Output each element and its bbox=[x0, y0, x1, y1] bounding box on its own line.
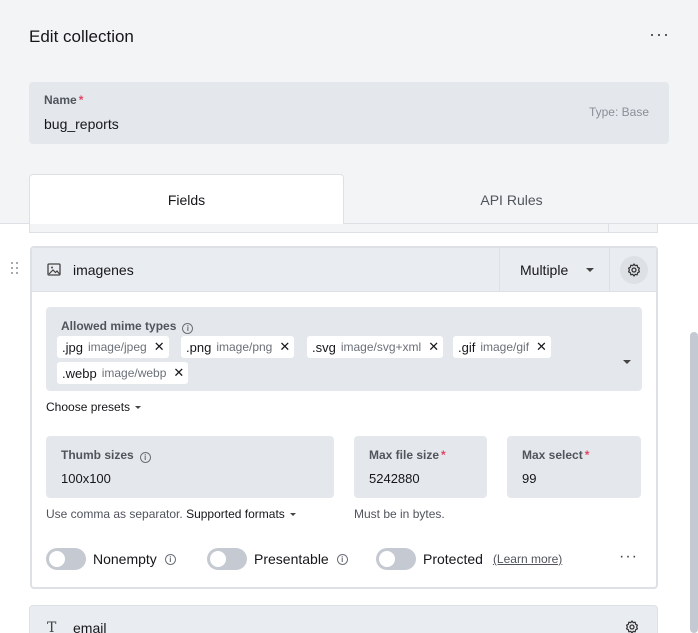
image-icon bbox=[47, 263, 61, 276]
max-select-input[interactable]: 99 bbox=[522, 471, 536, 486]
supported-formats-button[interactable]: Supported formats bbox=[186, 507, 296, 521]
thumb-sizes-help: Use comma as separator. Supported format… bbox=[46, 507, 296, 521]
mime-tag: .gif image/gif ✕ bbox=[453, 336, 551, 358]
max-file-size-help: Must be in bytes. bbox=[354, 507, 445, 521]
presentable-toggle[interactable] bbox=[207, 548, 247, 570]
nonempty-label: Nonempty bbox=[93, 551, 157, 567]
mime-tag: .webp image/webp ✕ bbox=[57, 362, 189, 384]
field-settings-button[interactable] bbox=[620, 256, 648, 284]
field-card-email: T email bbox=[29, 605, 658, 633]
remove-tag-icon[interactable]: ✕ bbox=[173, 365, 184, 381]
remove-tag-icon[interactable]: ✕ bbox=[279, 339, 290, 355]
remove-tag-icon[interactable]: ✕ bbox=[536, 339, 547, 355]
collection-header: Edit collection ··· Name * bug_reports Ty… bbox=[0, 0, 698, 225]
protected-toggle[interactable] bbox=[376, 548, 416, 570]
max-file-size-input[interactable]: 5242880 bbox=[369, 471, 420, 486]
tab-api-rules[interactable]: API Rules bbox=[354, 174, 669, 225]
chevron-down-icon bbox=[586, 268, 594, 272]
more-horizontal-icon[interactable]: ··· bbox=[619, 548, 638, 566]
page-title: Edit collection bbox=[29, 27, 134, 46]
remove-tag-icon[interactable]: ✕ bbox=[154, 339, 165, 355]
thumb-sizes-field[interactable]: Thumb sizes i 100x100 bbox=[46, 436, 334, 498]
multiple-select[interactable]: Multiple bbox=[499, 248, 610, 291]
max-file-size-label: Max file size * bbox=[369, 448, 446, 462]
info-icon[interactable]: i bbox=[182, 323, 194, 334]
max-select-field[interactable]: Max select * 99 bbox=[507, 436, 641, 498]
mime-types-select[interactable]: Allowed mime types i .jpg image/jpeg ✕ .png… bbox=[46, 307, 642, 391]
drag-handle-icon[interactable] bbox=[10, 262, 20, 276]
remove-tag-icon[interactable]: ✕ bbox=[428, 339, 439, 355]
info-icon[interactable]: i bbox=[139, 452, 151, 463]
field-card-imagenes: imagenes Multiple Allowed mime types i .j… bbox=[30, 246, 658, 589]
field-name-input[interactable]: imagenes bbox=[73, 262, 134, 278]
info-icon[interactable]: i bbox=[336, 553, 348, 565]
thumb-sizes-label: Thumb sizes i bbox=[61, 448, 151, 463]
gear-icon[interactable] bbox=[625, 620, 639, 633]
gear-icon bbox=[628, 263, 640, 277]
more-options-icon[interactable]: ··· bbox=[649, 24, 670, 45]
chevron-down-icon bbox=[135, 406, 142, 409]
max-file-size-field[interactable]: Max file size * 5242880 bbox=[354, 436, 487, 498]
type-badge[interactable]: Type: Base bbox=[589, 105, 649, 119]
tab-fields[interactable]: Fields bbox=[29, 174, 344, 225]
learn-more-link[interactable]: (Learn more) bbox=[493, 552, 562, 566]
multiple-select-value: Multiple bbox=[520, 262, 569, 278]
choose-presets-button[interactable]: Choose presets bbox=[46, 400, 142, 414]
protected-toggle-row: Protected (Learn more) bbox=[376, 546, 562, 572]
chevron-down-icon bbox=[623, 360, 631, 364]
protected-label: Protected bbox=[423, 551, 483, 567]
nonempty-toggle-row: Nonempty i bbox=[46, 546, 176, 572]
previous-field-edge bbox=[29, 224, 658, 233]
chevron-down-icon bbox=[289, 513, 296, 516]
info-icon[interactable]: i bbox=[164, 553, 176, 565]
field-header: imagenes Multiple bbox=[32, 248, 656, 292]
presentable-toggle-row: Presentable i bbox=[207, 546, 348, 572]
field-name-input[interactable]: email bbox=[73, 620, 106, 633]
nonempty-toggle[interactable] bbox=[46, 548, 86, 570]
text-icon: T bbox=[47, 620, 57, 633]
scrollbar-thumb[interactable] bbox=[690, 332, 698, 633]
thumb-sizes-input[interactable]: 100x100 bbox=[61, 471, 111, 486]
name-input[interactable]: bug_reports bbox=[44, 116, 119, 132]
mime-types-label: Allowed mime types i bbox=[61, 319, 194, 334]
mime-tag: .svg image/svg+xml ✕ bbox=[307, 336, 444, 358]
max-select-label: Max select * bbox=[522, 448, 590, 462]
name-field[interactable]: Name * bug_reports Type: Base bbox=[29, 82, 669, 144]
presentable-label: Presentable bbox=[254, 551, 329, 567]
name-label: Name * bbox=[44, 93, 84, 107]
required-mark: * bbox=[78, 93, 84, 107]
mime-tag: .jpg image/jpeg ✕ bbox=[57, 336, 169, 358]
mime-tag: .png image/png ✕ bbox=[181, 336, 295, 358]
